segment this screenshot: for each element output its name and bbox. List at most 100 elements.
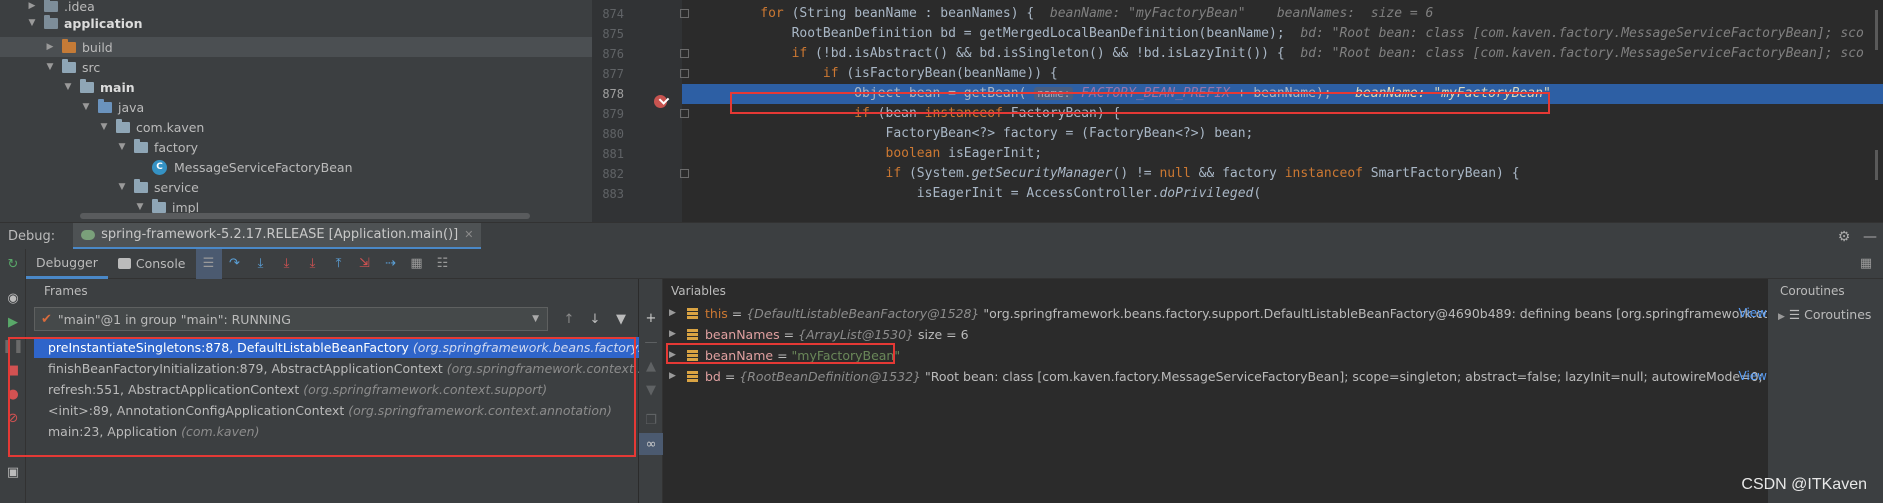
class-icon: C [152,159,167,175]
add-icon[interactable]: + [639,307,663,329]
view-link[interactable]: View [1739,303,1767,324]
show-execution-point-icon[interactable]: ↷ [222,249,248,279]
editor-scrollbar[interactable] [1875,10,1878,50]
filter-icon[interactable]: ▼ [608,307,634,331]
line-number: 878 [602,87,624,101]
camera-icon[interactable]: ▣ [0,461,26,483]
arrow-down-icon[interactable]: ↓ [582,307,608,331]
chevron-right-icon[interactable]: ▶ [26,0,38,12]
tree-item-application[interactable]: ▼ application [0,13,592,33]
source-folder-icon [98,98,112,113]
code-line-874: for (String beanName : beanNames) { bean… [760,6,1434,21]
tree-item-java[interactable]: ▼ java [0,97,592,117]
drop-frame-icon[interactable]: ⇲ [352,249,378,279]
gear-icon[interactable]: ⚙ [1831,229,1857,245]
variables-side-toolbar: + — ▲ ▼ ❐ ∞ [639,279,663,503]
coroutines-title: Coroutines [1780,284,1845,298]
tab-console[interactable]: Console [108,249,196,279]
chevron-right-icon[interactable]: ▶ [669,324,676,345]
line-number: 879 [602,107,624,121]
check-icon: ✔ [41,311,52,327]
folder-icon [44,0,58,12]
tree-item-message-service-factory-bean[interactable]: C MessageServiceFactoryBean [0,157,592,177]
code-line-875: RootBeanDefinition bd = getMergedLocalBe… [682,26,1864,41]
remove-icon[interactable]: — [639,331,663,353]
eye-icon[interactable]: ◉ [0,287,26,309]
chevron-down-icon[interactable]: ▼ [26,17,38,29]
editor-gutter: 874 875 876 877 878 879 880 881 882 883 [592,0,689,222]
tree-item-com-kaven[interactable]: ▼ com.kaven [0,117,592,137]
folder-icon [80,78,94,93]
watermark: CSDN @ITKaven [1741,476,1867,493]
chevron-down-icon[interactable]: ▼ [62,81,74,93]
run-config-tab[interactable]: spring-framework-5.2.17.RELEASE [Applica… [73,222,482,250]
tree-item-service[interactable]: ▼ service [0,177,592,197]
debug-label: Debug: [8,228,56,244]
tree-item-build[interactable]: ▶ build [0,37,592,57]
code-line-880: FactoryBean<?> factory = (FactoryBean<?>… [682,126,1254,141]
restore-layout-icon[interactable]: ▦ [1853,249,1879,279]
code-line-876: if (!bd.isAbstract() && bd.isSingleton()… [791,46,1864,61]
glasses-icon[interactable]: ∞ [639,433,663,455]
chevron-right-icon[interactable]: ▶ [44,41,56,53]
tree-item-main[interactable]: ▼ main [0,77,592,97]
breakpoint-icon[interactable] [654,95,667,108]
module-folder-icon [44,14,58,29]
code-line-882: if (System.getSecurityManager() != null … [885,166,1520,181]
chevron-down-icon[interactable]: ▼ [98,121,110,133]
trace-icon[interactable]: ☷ [430,249,456,279]
annotation-box-variable [666,343,895,364]
chevron-down-icon[interactable]: ▼ [116,181,128,193]
evaluate-expression-icon[interactable]: ▦ [404,249,430,279]
step-into-icon[interactable]: ⤓ [274,249,300,279]
debugger-toolbar: Debugger Console ☰ ↷ ⤓ ⤓ ⤓ ⤒ ⇲ ⇢ ▦ ☷ ▦ [26,248,1883,279]
code-line-883: isEagerInit = AccessController.doPrivile… [682,186,1262,201]
package-icon [152,198,166,213]
run-to-cursor-icon[interactable]: ⇢ [378,249,404,279]
copy-icon[interactable]: ❐ [639,409,663,431]
package-icon [116,118,130,133]
chevron-right-icon[interactable]: ▶ [1778,312,1785,322]
layout-icon[interactable]: ☰ [195,248,222,279]
debug-config-icon [81,229,96,240]
arrow-down-icon[interactable]: ▼ [639,379,663,401]
tree-item-src[interactable]: ▼ src [0,57,592,77]
field-icon [687,329,698,340]
field-icon [687,371,698,382]
minimize-icon[interactable]: — [1857,229,1883,245]
variable-row-beannames[interactable]: ▶ beanNames = {ArrayList@1530} size = 6 [663,324,1767,345]
resume-icon[interactable]: ▶ [0,311,26,333]
variable-row-bd[interactable]: ▶ bd = {RootBeanDefinition@1532} "Root b… [663,366,1767,387]
tree-item-factory[interactable]: ▼ factory [0,137,592,157]
arrow-up-icon[interactable]: ↑ [556,307,582,331]
step-out-icon[interactable]: ⤒ [326,249,352,279]
line-number: 874 [602,7,624,21]
line-number: 881 [602,147,624,161]
variables-title: Variables [671,284,726,298]
close-icon[interactable]: ✕ [464,228,473,241]
chevron-down-icon[interactable]: ▼ [44,61,56,73]
view-link[interactable]: View [1739,366,1767,387]
code-line-881: boolean isEagerInit; [885,146,1043,161]
console-icon [117,258,131,269]
chevron-right-icon[interactable]: ▶ [669,366,676,387]
step-over-icon[interactable]: ⤓ [248,249,274,279]
chevron-down-icon[interactable]: ▼ [134,201,146,213]
variable-row-this[interactable]: ▶ this = {DefaultListableBeanFactory@152… [663,303,1767,324]
chevron-down-icon[interactable]: ▼ [116,141,128,153]
rerun-icon[interactable]: ↻ [0,253,26,275]
tab-debugger[interactable]: Debugger [26,249,108,279]
thread-selector[interactable]: ✔ "main"@1 in group "main": RUNNING ▼ [34,307,548,331]
force-step-into-icon[interactable]: ⤓ [300,249,326,279]
line-number: 883 [602,187,624,201]
coroutines-item[interactable]: ▶ ☰ Coroutines [1778,307,1871,322]
field-icon [687,308,698,319]
chevron-down-icon[interactable]: ▼ [80,101,92,113]
line-number: 882 [602,167,624,181]
chevron-down-icon: ▼ [532,314,539,324]
horizontal-scrollbar[interactable] [80,213,530,219]
arrow-up-icon[interactable]: ▲ [639,355,663,377]
debug-tool-window-header: Debug: spring-framework-5.2.17.RELEASE [… [0,222,1883,250]
editor-scrollbar-mark [1875,150,1878,180]
chevron-right-icon[interactable]: ▶ [669,303,676,324]
